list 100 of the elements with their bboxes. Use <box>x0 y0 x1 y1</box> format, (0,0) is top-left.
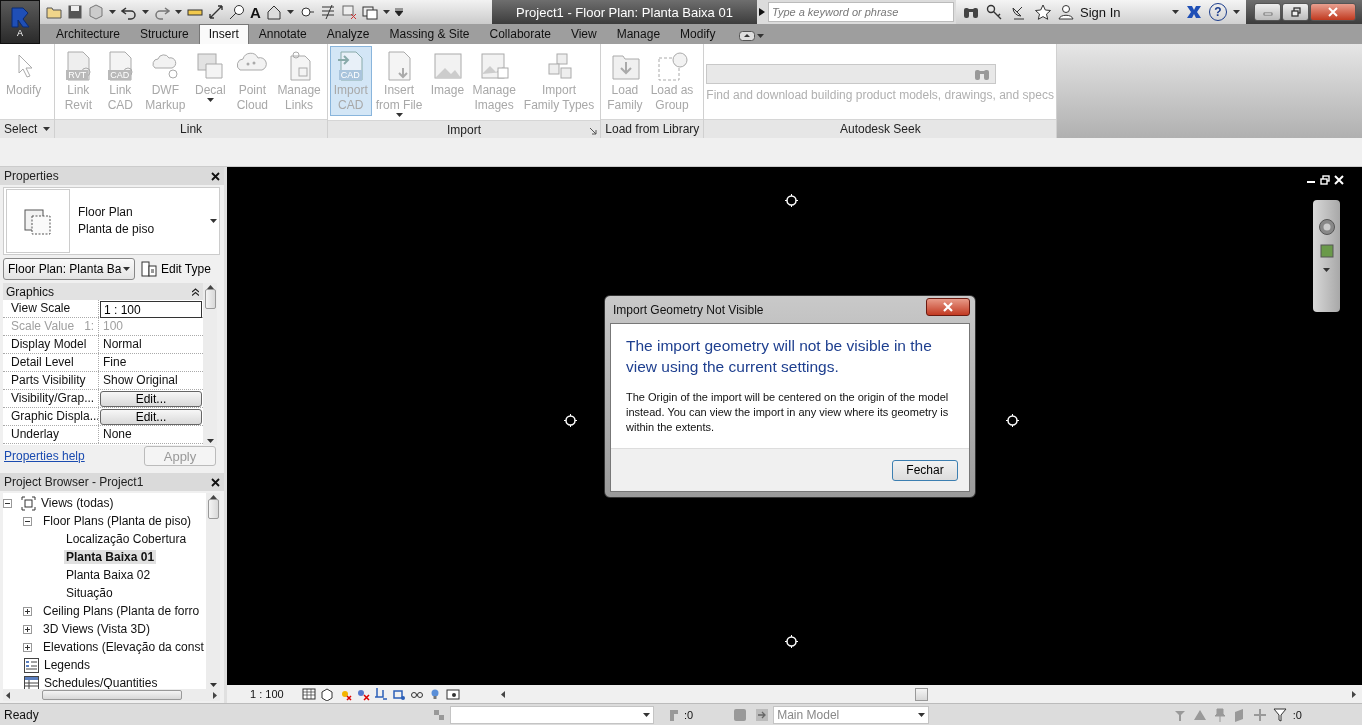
scroll-thumb[interactable] <box>915 687 928 701</box>
launcher-icon[interactable] <box>590 128 598 135</box>
expand-toggle[interactable] <box>23 516 32 526</box>
views-icon <box>21 495 36 511</box>
caret-icon[interactable] <box>382 10 390 14</box>
scroll-down-icon[interactable] <box>209 683 217 687</box>
scroll-right-icon[interactable] <box>1352 690 1356 698</box>
application-button[interactable]: A <box>0 0 40 44</box>
ribbon-tab[interactable]: Insert <box>198 24 249 44</box>
caret-icon[interactable] <box>175 10 182 14</box>
detail-level-icon[interactable] <box>302 687 316 701</box>
expand-toggle[interactable] <box>23 624 32 634</box>
restore-icon[interactable] <box>1320 175 1330 185</box>
instance-dropdown[interactable]: Floor Plan: Planta Ba <box>3 258 135 280</box>
close-icon[interactable] <box>211 477 220 487</box>
tree-item[interactable]: Planta Baixa 02 <box>64 568 153 582</box>
close-windows-icon[interactable] <box>340 4 357 20</box>
house-icon[interactable] <box>265 4 282 20</box>
scroll-left-icon[interactable] <box>6 691 10 699</box>
shadow-icon[interactable] <box>356 687 370 701</box>
caret-icon[interactable] <box>286 10 294 14</box>
ribbon-tab[interactable]: Manage <box>606 24 671 44</box>
minimize-button[interactable] <box>1254 3 1281 21</box>
caret-icon <box>918 712 926 717</box>
panel-title[interactable]: Import <box>447 122 481 137</box>
exchange-icon[interactable] <box>1185 4 1203 20</box>
expand-toggle[interactable] <box>3 498 12 508</box>
type-selector[interactable]: Floor Plan Planta de piso <box>3 187 220 255</box>
panel-title[interactable]: Link <box>180 122 203 136</box>
scroll-down-icon[interactable] <box>206 439 214 443</box>
expand-toggle[interactable] <box>23 606 32 616</box>
scroll-thumb[interactable] <box>41 690 182 700</box>
key-icon[interactable] <box>986 4 1004 20</box>
ribbon-tab[interactable]: Analyze <box>316 24 380 44</box>
ribbon-tab[interactable]: Structure <box>130 24 199 44</box>
caret-icon[interactable] <box>1233 10 1240 14</box>
tree-item[interactable]: Schedules/Quantities <box>42 676 160 689</box>
property-field[interactable]: 1 : 100 <box>100 301 202 318</box>
cube-icon[interactable] <box>320 687 334 701</box>
scroll-thumb[interactable] <box>207 499 219 519</box>
properties-help-link[interactable]: Properties help <box>4 449 85 463</box>
ribbon-tab[interactable]: Architecture <box>46 24 131 44</box>
ribbon-tab[interactable]: Annotate <box>248 24 317 44</box>
close-button[interactable] <box>1310 3 1356 21</box>
type-name: Floor Plan <box>78 204 134 221</box>
restore-button[interactable] <box>1282 3 1309 21</box>
switch-windows-icon[interactable] <box>361 4 378 20</box>
dimension-icon[interactable] <box>208 4 224 20</box>
close-icon[interactable] <box>211 171 220 181</box>
open-icon[interactable] <box>46 4 62 20</box>
expand-icon[interactable] <box>759 8 765 16</box>
user-icon[interactable] <box>1058 4 1074 20</box>
tree-item[interactable]: Planta Baixa 01 <box>64 550 157 564</box>
crop-region-icon[interactable] <box>392 687 406 701</box>
star-icon[interactable] <box>1034 4 1052 20</box>
text-tool[interactable]: A <box>250 3 261 21</box>
tree-item[interactable]: Localização Cobertura <box>64 532 189 546</box>
seek-search-field[interactable] <box>706 64 997 84</box>
model-dropdown[interactable]: Main Model <box>773 705 930 724</box>
scroll-right-icon[interactable] <box>213 691 217 699</box>
editable-icon[interactable] <box>755 707 770 722</box>
expand-toggle[interactable] <box>23 642 32 652</box>
ribbon-tab[interactable]: Modify <box>670 24 726 44</box>
caret-icon[interactable] <box>43 127 51 131</box>
view-scale[interactable]: 1 : 100 <box>235 688 297 700</box>
edit-button[interactable]: Edit... <box>100 409 202 425</box>
caret-icon[interactable] <box>1323 268 1330 272</box>
customize-icon[interactable] <box>394 8 403 16</box>
tree-item[interactable]: Situação <box>64 586 115 600</box>
crop-icon[interactable] <box>374 687 388 701</box>
steering-wheel-icon[interactable] <box>1317 218 1336 236</box>
close-button[interactable] <box>926 297 970 316</box>
edit-type-button[interactable]: Edit Type <box>141 261 211 277</box>
edit-button[interactable]: Edit... <box>100 391 202 407</box>
ribbon-tab[interactable]: View <box>560 24 607 44</box>
caret-icon[interactable] <box>1172 10 1179 14</box>
tree-item[interactable]: 3D Views (Vista 3D) <box>41 622 152 636</box>
sign-in-link[interactable]: Sign In <box>1080 4 1121 20</box>
scroll-left-icon[interactable] <box>501 690 505 698</box>
tree-item[interactable]: Floor Plans (Planta de piso) <box>41 514 194 528</box>
caret-icon[interactable] <box>757 34 765 38</box>
save-icon[interactable] <box>67 4 83 20</box>
collapse-icon[interactable] <box>192 287 199 296</box>
redo-icon[interactable] <box>154 4 170 20</box>
undo-icon[interactable] <box>121 4 137 20</box>
section-icon[interactable] <box>298 4 315 20</box>
tree-item[interactable]: Ceiling Plans (Planta de forro <box>41 604 202 618</box>
caret-icon[interactable] <box>142 10 149 14</box>
caret-icon[interactable] <box>109 10 116 14</box>
scroll-thumb[interactable] <box>204 289 216 309</box>
ribbon-toggle-icon[interactable] <box>739 31 756 41</box>
filter-icon[interactable] <box>1272 707 1287 722</box>
tree-item[interactable]: Elevations (Elevação da const <box>41 640 206 654</box>
close-dialog-button[interactable]: Fechar <box>892 459 958 481</box>
search-field[interactable]: Type a keyword or phrase <box>768 2 954 22</box>
thin-lines-icon[interactable] <box>319 4 336 20</box>
tree-item[interactable]: Views (todas) <box>39 496 116 510</box>
tree-item[interactable]: Legends <box>42 658 93 672</box>
ribbon-tab[interactable]: Collaborate <box>479 24 561 44</box>
ribbon-tab[interactable]: Massing & Site <box>379 24 480 44</box>
